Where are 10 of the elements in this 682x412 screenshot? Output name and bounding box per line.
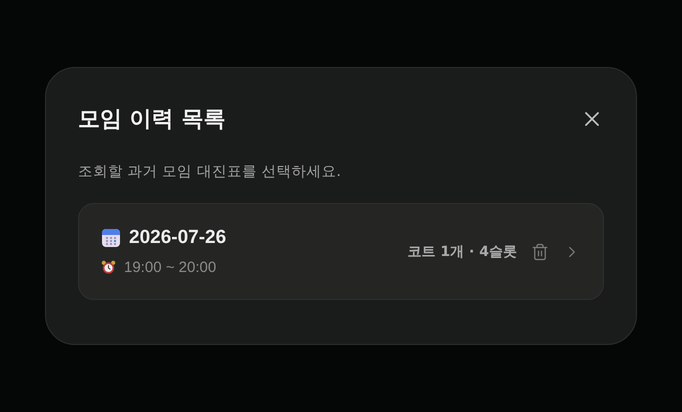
dialog-title: 모임 이력 목록 xyxy=(78,106,226,134)
session-card[interactable]: 2026-07-26 19:00 ~ 20:00 코트 1개 · 4슬롯 xyxy=(78,203,604,300)
delete-button[interactable] xyxy=(531,242,549,260)
session-date: 2026-07-26 xyxy=(129,227,226,249)
alarm-clock-icon xyxy=(101,260,116,275)
session-summary: 코트 1개 · 4슬롯 xyxy=(408,242,517,260)
trash-icon xyxy=(531,242,549,260)
dialog-description: 조회할 과거 모임 대진표를 선택하세요. xyxy=(78,163,342,181)
calendar-icon xyxy=(101,228,121,248)
session-time: 19:00 ~ 20:00 xyxy=(124,259,216,276)
